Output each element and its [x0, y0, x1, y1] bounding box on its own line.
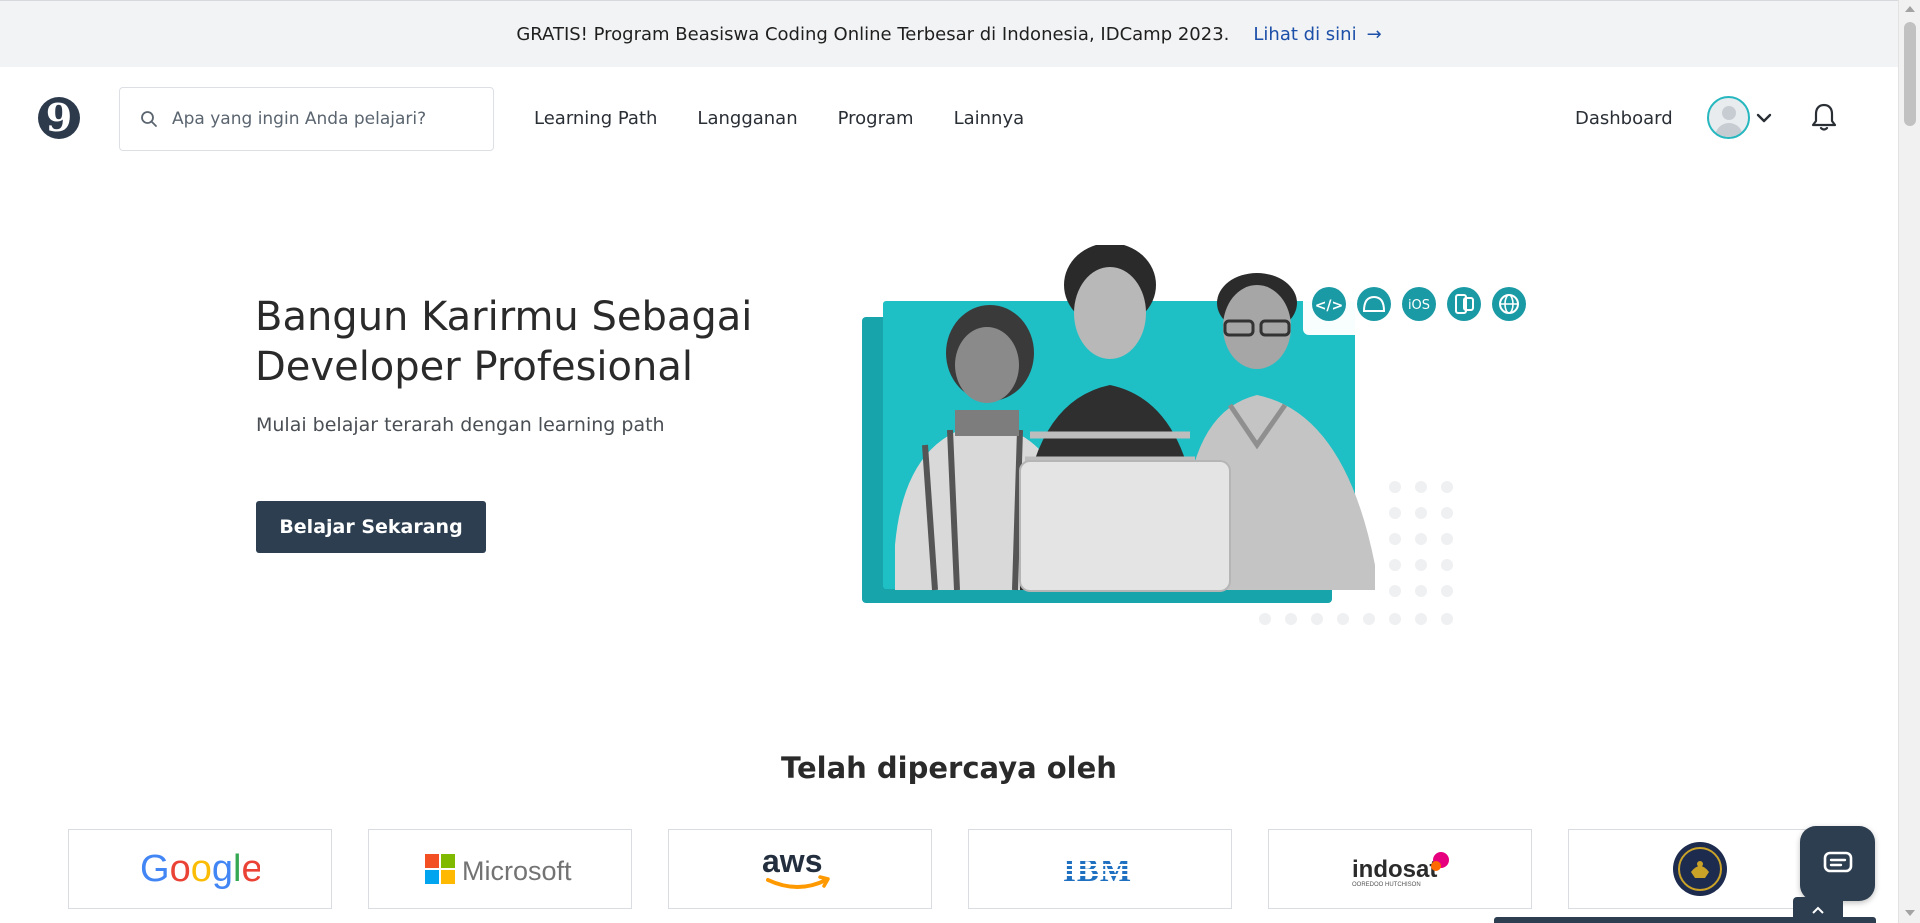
- hero-subtitle: Mulai belajar terarah dengan learning pa…: [256, 414, 665, 436]
- partner-card-microsoft: Microsoft: [368, 829, 632, 909]
- aws-logo: aws: [762, 844, 830, 889]
- arrow-right-icon: →: [1366, 23, 1382, 45]
- search-icon: [141, 111, 157, 127]
- scroll-down-arrow[interactable]: [1905, 910, 1915, 916]
- chat-icon: [1823, 851, 1852, 872]
- svg-text:Microsoft: Microsoft: [462, 856, 572, 886]
- partner-card-aws: aws: [668, 829, 932, 909]
- chevron-down-icon[interactable]: [1756, 112, 1772, 124]
- svg-text:OOREDOO HUTCHISON: OOREDOO HUTCHISON: [1352, 882, 1421, 888]
- nav-learning-path[interactable]: Learning Path: [534, 108, 657, 129]
- nav-lainnya[interactable]: Lainnya: [954, 108, 1025, 129]
- main-nav: Learning Path Langganan Program Lainnya: [534, 67, 1024, 169]
- search-box[interactable]: [119, 87, 494, 151]
- partner-card-indosat: indosat OOREDOO HUTCHISON: [1268, 829, 1532, 909]
- government-seal-logo: [1673, 842, 1727, 896]
- bell-icon[interactable]: [1810, 102, 1838, 132]
- partner-card-ibm: IBM: [968, 829, 1232, 909]
- belajar-sekarang-button[interactable]: Belajar Sekarang: [256, 501, 486, 553]
- nav-program[interactable]: Program: [838, 108, 914, 129]
- avatar[interactable]: [1707, 96, 1750, 139]
- svg-text:</>: </>: [1315, 298, 1344, 314]
- dashboard-link[interactable]: Dashboard: [1575, 67, 1673, 169]
- google-logo: Google: [140, 848, 260, 890]
- trusted-title: Telah dipercaya oleh: [781, 751, 1117, 785]
- chat-button[interactable]: [1800, 826, 1875, 901]
- announcement-text: GRATIS! Program Beasiswa Coding Online T…: [516, 23, 1230, 45]
- indosat-logo: indosat OOREDOO HUTCHISON: [1352, 852, 1449, 888]
- hero-title: Bangun Karirmu Sebagai Developer Profesi…: [255, 294, 753, 390]
- scroll-top-button[interactable]: [1793, 897, 1843, 923]
- search-input[interactable]: [172, 109, 472, 129]
- site-header: 9 Learning Path Langganan Program Lainny…: [0, 67, 1898, 169]
- hero-illustration: </> iOS: [862, 245, 1535, 625]
- svg-text:iOS: iOS: [1408, 298, 1430, 313]
- svg-text:indosat: indosat: [1352, 856, 1437, 883]
- microsoft-logo: Microsoft: [425, 854, 572, 886]
- nav-langganan[interactable]: Langganan: [697, 108, 797, 129]
- scroll-thumb[interactable]: [1904, 22, 1916, 126]
- dicoding-logo[interactable]: 9: [38, 97, 80, 139]
- ibm-logo: IBM: [1063, 854, 1137, 884]
- profile-menu[interactable]: [1707, 96, 1772, 139]
- page-scrollbar[interactable]: [1898, 0, 1920, 923]
- scroll-up-arrow[interactable]: [1905, 6, 1915, 12]
- svg-text:Google: Google: [140, 848, 260, 890]
- chevron-up-icon: [1812, 906, 1824, 914]
- announcement-link-label[interactable]: Lihat di sini: [1253, 24, 1356, 45]
- partner-card-google: Google: [68, 829, 332, 909]
- partner-card-kominfo: [1568, 829, 1832, 909]
- svg-text:aws: aws: [762, 844, 822, 879]
- announcement-bar: GRATIS! Program Beasiswa Coding Online T…: [0, 0, 1898, 67]
- announcement-link[interactable]: Lihat di sini →: [1253, 24, 1381, 45]
